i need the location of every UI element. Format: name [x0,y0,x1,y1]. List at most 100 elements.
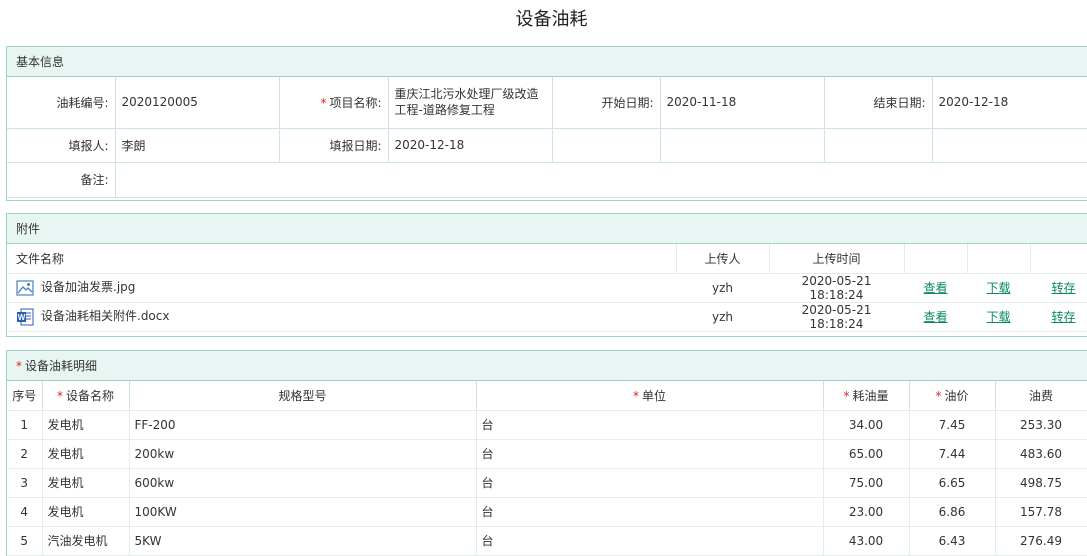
empty-cell [1030,244,1087,274]
table-row: 3 发电机 600kw 台 75.00 6.65 498.75 [7,468,1087,498]
fuel-amount: 65.00 [823,439,910,469]
page-title: 设备油耗 [515,9,588,30]
svg-text:W: W [18,313,26,322]
code-label: 油耗编号: [7,77,116,129]
remark-label: 备注: [7,161,116,198]
word-file-icon: W [16,308,34,326]
basic-info-panel: 基本信息 油耗编号: 2020120005 * 项目名称: 重庆江北污水处理厂级改… [6,46,1087,201]
fuel-amount: 75.00 [823,468,910,498]
image-file-icon [16,279,34,297]
row-no: 4 [7,497,43,527]
file-name-cell: 设备加油发票.jpg [7,273,676,303]
reporter-label: 填报人: [7,127,116,163]
download-link[interactable]: 下载 [986,281,1010,295]
project-label: * 项目名称: [278,77,389,129]
row-no: 2 [7,439,43,469]
reporter-value: 李朗 [114,127,280,163]
empty-cell [967,244,1031,274]
view-link[interactable]: 查看 [923,281,947,295]
file-name: 设备加油发票.jpg [41,280,136,295]
fuel-amount: 34.00 [823,410,910,440]
row-no: 1 [7,410,43,440]
empty-cell [823,127,933,163]
remark-value [114,161,1087,198]
table-row: 4 发电机 100KW 台 23.00 6.86 157.78 [7,497,1087,527]
spec: 100KW [129,497,477,527]
col-cost: 油费 [995,381,1087,411]
attachment-row: 设备加油发票.jpg yzh 2020-05-21 18:18:24 查看 下载… [7,273,1087,303]
project-value: 重庆江北污水处理厂级改造工程-道路修复工程 [387,77,553,129]
col-uploader: 上传人 [676,244,770,274]
fuel-detail-header: * 设备油耗明细 [7,351,1087,381]
col-upload-time: 上传时间 [769,244,905,274]
empty-cell [551,127,661,163]
download-link[interactable]: 下载 [986,310,1010,324]
unit: 台 [476,497,824,527]
spec: 200kw [129,439,477,469]
spec: FF-200 [129,410,477,440]
fuel-price: 6.65 [909,468,996,498]
unit: 台 [476,526,824,556]
table-row: 5 汽油发电机 5KW 台 43.00 6.43 276.49 [7,526,1087,556]
end-date-value: 2020-12-18 [931,77,1087,129]
attachments-table: 文件名称 上传人 上传时间 设备加油发票.jpg yzh 2020-05-21 … [7,244,1087,332]
table-row: 1 发电机 FF-200 台 34.00 7.45 253.30 [7,410,1087,440]
row-no: 5 [7,526,43,556]
fuel-cost: 498.75 [995,468,1087,498]
equipment-name: 发电机 [42,468,130,498]
end-date-label: 结束日期: [823,77,933,129]
fuel-price: 7.45 [909,410,996,440]
attachments-panel: 附件 文件名称 上传人 上传时间 设备加油发票.jpg yzh 2020-05-… [6,213,1087,337]
code-value: 2020120005 [114,77,280,129]
equipment-name: 发电机 [42,439,130,469]
spec: 600kw [129,468,477,498]
report-date-label: 填报日期: [278,127,389,163]
file-name-cell: W 设备油耗相关附件.docx [7,302,676,332]
fuel-price: 6.43 [909,526,996,556]
upload-time: 2020-05-21 18:18:24 [769,273,904,303]
col-spec: 规格型号 [129,381,477,411]
fuel-detail-table: 序号 * 设备名称 规格型号 * 单位 * 耗油量 * 油价 油费 1 发电机 FF-200… [7,381,1087,556]
table-header: 序号 * 设备名称 规格型号 * 单位 * 耗油量 * 油价 油费 [7,381,1087,411]
equipment-name: 汽油发电机 [42,526,130,556]
col-unit: * 单位 [476,381,824,411]
save-link[interactable]: 转存 [1051,310,1075,324]
col-price: * 油价 [909,381,996,411]
empty-cell [659,127,825,163]
fuel-cost: 276.49 [995,526,1087,556]
attachment-row: W 设备油耗相关附件.docx yzh 2020-05-21 18:18:24 … [7,302,1087,332]
save-link[interactable]: 转存 [1051,281,1075,295]
uploader: yzh [676,273,769,303]
fuel-amount: 23.00 [823,497,910,527]
fuel-price: 7.44 [909,439,996,469]
start-date-label: 开始日期: [551,77,661,129]
unit: 台 [476,468,824,498]
basic-info-header: 基本信息 [7,47,1087,77]
row-no: 3 [7,468,43,498]
fuel-price: 6.86 [909,497,996,527]
table-row: 2 发电机 200kw 台 65.00 7.44 483.60 [7,439,1087,469]
file-name: 设备油耗相关附件.docx [41,309,170,324]
upload-time: 2020-05-21 18:18:24 [769,302,904,332]
col-file-name: 文件名称 [7,244,677,274]
spec: 5KW [129,526,477,556]
basic-info-table: 油耗编号: 2020120005 * 项目名称: 重庆江北污水处理厂级改造工程-道… [7,77,1087,198]
fuel-detail-panel: * 设备油耗明细 序号 * 设备名称 规格型号 * 单位 * 耗油量 * 油价 油费 1发… [6,350,1087,556]
uploader: yzh [676,302,769,332]
fuel-cost: 483.60 [995,439,1087,469]
fuel-amount: 43.00 [823,526,910,556]
attachments-header: 附件 [7,214,1087,244]
view-link[interactable]: 查看 [923,310,947,324]
start-date-value: 2020-11-18 [659,77,825,129]
col-equipment-name: * 设备名称 [42,381,130,411]
col-no: 序号 [7,381,43,411]
unit: 台 [476,439,824,469]
empty-cell [931,127,1087,163]
fuel-cost: 157.78 [995,497,1087,527]
unit: 台 [476,410,824,440]
fuel-cost: 253.30 [995,410,1087,440]
equipment-name: 发电机 [42,497,130,527]
empty-cell [904,244,968,274]
col-fuel: * 耗油量 [823,381,910,411]
report-date-value: 2020-12-18 [387,127,553,163]
